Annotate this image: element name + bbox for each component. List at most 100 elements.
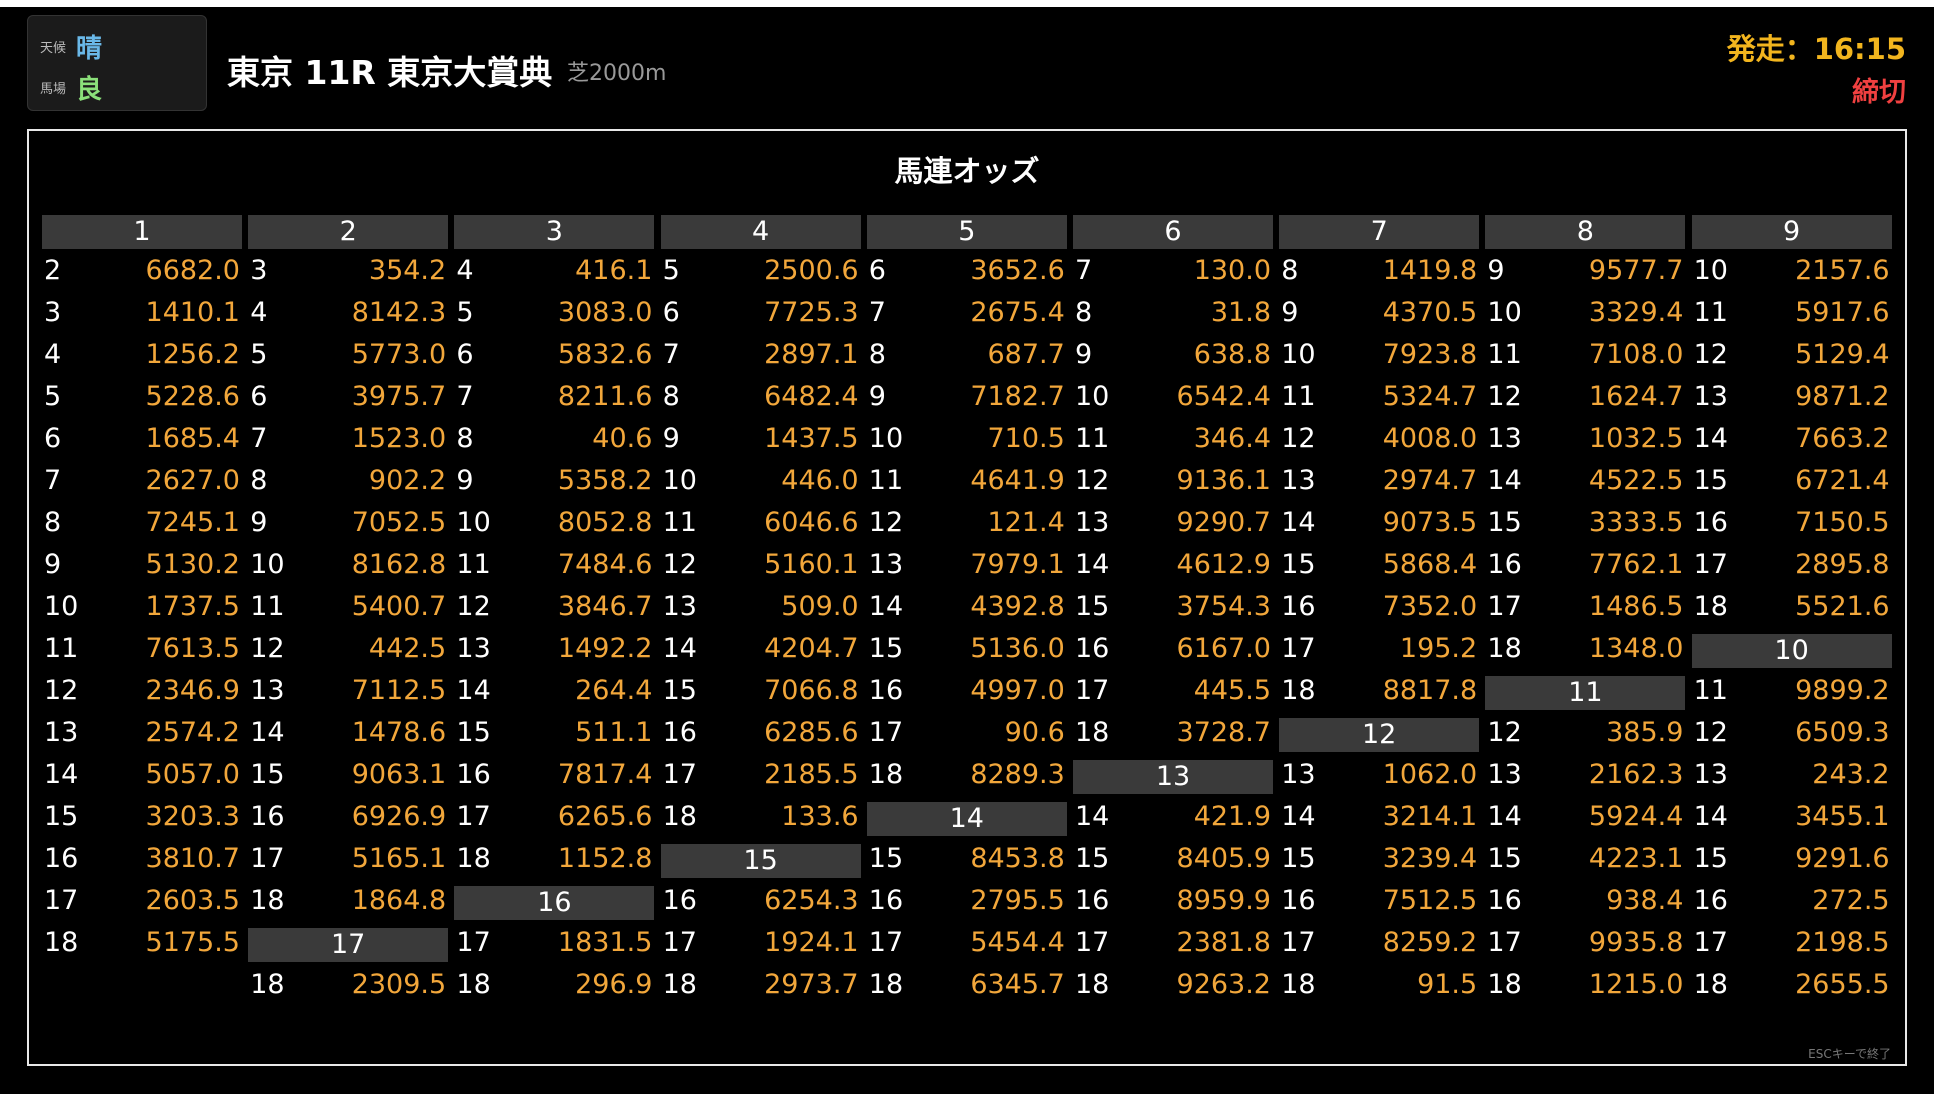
weather-value: 晴	[76, 34, 103, 64]
odds-cell: 18 9263.2	[1073, 966, 1273, 1004]
odds-cell: 15 5868.4	[1279, 546, 1479, 584]
odds-cell: 16 6926.9	[248, 798, 448, 836]
partner-number: 2	[44, 255, 62, 286]
odds-value: 7613.5	[145, 633, 240, 664]
odds-cell: 5 5228.6	[42, 378, 242, 416]
partner-number: 12	[250, 633, 285, 664]
odds-cell: 12 6509.3	[1692, 714, 1892, 752]
odds-value: 90.6	[1004, 717, 1065, 748]
partner-number: 10	[1075, 381, 1110, 412]
odds-cell: 7 1523.0	[248, 420, 448, 458]
odds-cell: 17 1924.1	[661, 924, 861, 962]
partner-number: 5	[662, 255, 680, 286]
odds-cell: 15 3239.4	[1279, 840, 1479, 878]
partner-number: 14	[250, 717, 285, 748]
horse-header-17: 17	[248, 928, 449, 962]
odds-value: 31.8	[1210, 297, 1271, 328]
odds-value: 5175.5	[145, 927, 240, 958]
odds-value: 1437.5	[764, 423, 859, 454]
partner-number: 17	[1281, 633, 1316, 664]
odds-value: 446.0	[781, 465, 859, 496]
odds-value: 445.5	[1193, 675, 1271, 706]
odds-cell: 17 1486.5	[1485, 588, 1685, 626]
odds-value: 5136.0	[970, 633, 1065, 664]
partner-number: 14	[868, 591, 904, 622]
partner-number: 5	[456, 297, 474, 328]
partner-number: 16	[44, 843, 79, 874]
odds-cell: 18 133.6	[661, 798, 861, 836]
odds-value: 6345.7	[970, 969, 1065, 1000]
odds-cell: 8 1419.8	[1279, 252, 1479, 290]
odds-value: 7245.1	[145, 507, 240, 538]
odds-cell: 14 7663.2	[1692, 420, 1892, 458]
odds-cell: 18 2309.5	[248, 966, 448, 1004]
odds-value: 6509.3	[1795, 717, 1890, 748]
partner-number: 13	[1281, 759, 1316, 790]
odds-cell: 8 40.6	[454, 420, 654, 458]
odds-cell: 16 2795.5	[867, 882, 1067, 920]
odds-value: 2895.8	[1795, 549, 1890, 580]
odds-cell: 11 5917.6	[1692, 294, 1892, 332]
odds-value: 7150.5	[1795, 507, 1890, 538]
odds-cell: 15 3333.5	[1485, 504, 1685, 542]
odds-cell: 5 2500.6	[661, 252, 861, 290]
odds-value: 9290.7	[1176, 507, 1271, 538]
partner-number: 16	[1281, 591, 1316, 622]
odds-value: 7663.2	[1795, 423, 1890, 454]
partner-number: 13	[868, 549, 904, 580]
horse-header-13: 13	[1073, 760, 1273, 794]
partner-number: 13	[1487, 423, 1522, 454]
partner-number: 12	[1487, 717, 1522, 748]
odds-value: 7762.1	[1588, 549, 1684, 580]
odds-value: 6682.0	[145, 255, 240, 286]
partner-number: 8	[250, 465, 268, 496]
odds-value: 902.2	[368, 465, 447, 496]
odds-value: 511.1	[575, 717, 653, 748]
partner-number: 16	[1075, 633, 1110, 664]
horse-header-8: 8	[1485, 215, 1686, 249]
odds-cell: 9 5358.2	[454, 462, 654, 500]
partner-number: 18	[1487, 969, 1522, 1000]
partner-number: 13	[1075, 507, 1110, 538]
odds-cell: 12 3846.7	[454, 588, 654, 626]
odds-value: 8289.3	[970, 759, 1065, 790]
betting-status: 締切	[1852, 77, 1906, 108]
partner-number: 7	[44, 465, 62, 496]
odds-cell: 14 4612.9	[1073, 546, 1273, 584]
weather-row: 天候 晴	[40, 28, 102, 65]
horse-header-12: 12	[1279, 718, 1480, 752]
partner-number: 9	[1487, 255, 1505, 286]
partner-number: 16	[868, 675, 904, 706]
partner-number: 10	[1281, 339, 1316, 370]
odds-value: 509.0	[781, 591, 859, 622]
partner-number: 15	[44, 801, 79, 832]
partner-number: 15	[1075, 591, 1110, 622]
odds-value: 5868.4	[1382, 549, 1478, 580]
odds-cell: 18 6345.7	[867, 966, 1067, 1004]
partner-number: 9	[868, 381, 886, 412]
partner-number: 10	[456, 507, 491, 538]
odds-cell: 6 1685.4	[42, 420, 242, 458]
partner-number: 11	[1281, 381, 1316, 412]
odds-cell: 10 7923.8	[1279, 336, 1479, 374]
horse-header-1: 1	[42, 215, 242, 249]
odds-cell: 10 8052.8	[454, 504, 654, 542]
partner-number: 11	[868, 465, 904, 496]
partner-number: 17	[662, 759, 697, 790]
odds-value: 7052.5	[351, 507, 447, 538]
odds-cell: 17 195.2	[1279, 630, 1479, 668]
odds-value: 272.5	[1812, 885, 1890, 916]
odds-cell: 3 354.2	[248, 252, 448, 290]
partner-number: 5	[250, 339, 268, 370]
odds-cell: 10 1737.5	[42, 588, 242, 626]
odds-cell: 13 243.2	[1692, 756, 1892, 794]
odds-value: 2675.4	[970, 297, 1065, 328]
odds-cell: 18 1348.0	[1485, 630, 1685, 668]
odds-cell: 10 6542.4	[1073, 378, 1273, 416]
odds-cell: 11 7108.0	[1485, 336, 1685, 374]
odds-value: 2198.5	[1795, 927, 1890, 958]
odds-value: 7352.0	[1382, 591, 1478, 622]
odds-cell: 14 5057.0	[42, 756, 242, 794]
odds-value: 1924.1	[764, 927, 859, 958]
partner-number: 9	[662, 423, 680, 454]
